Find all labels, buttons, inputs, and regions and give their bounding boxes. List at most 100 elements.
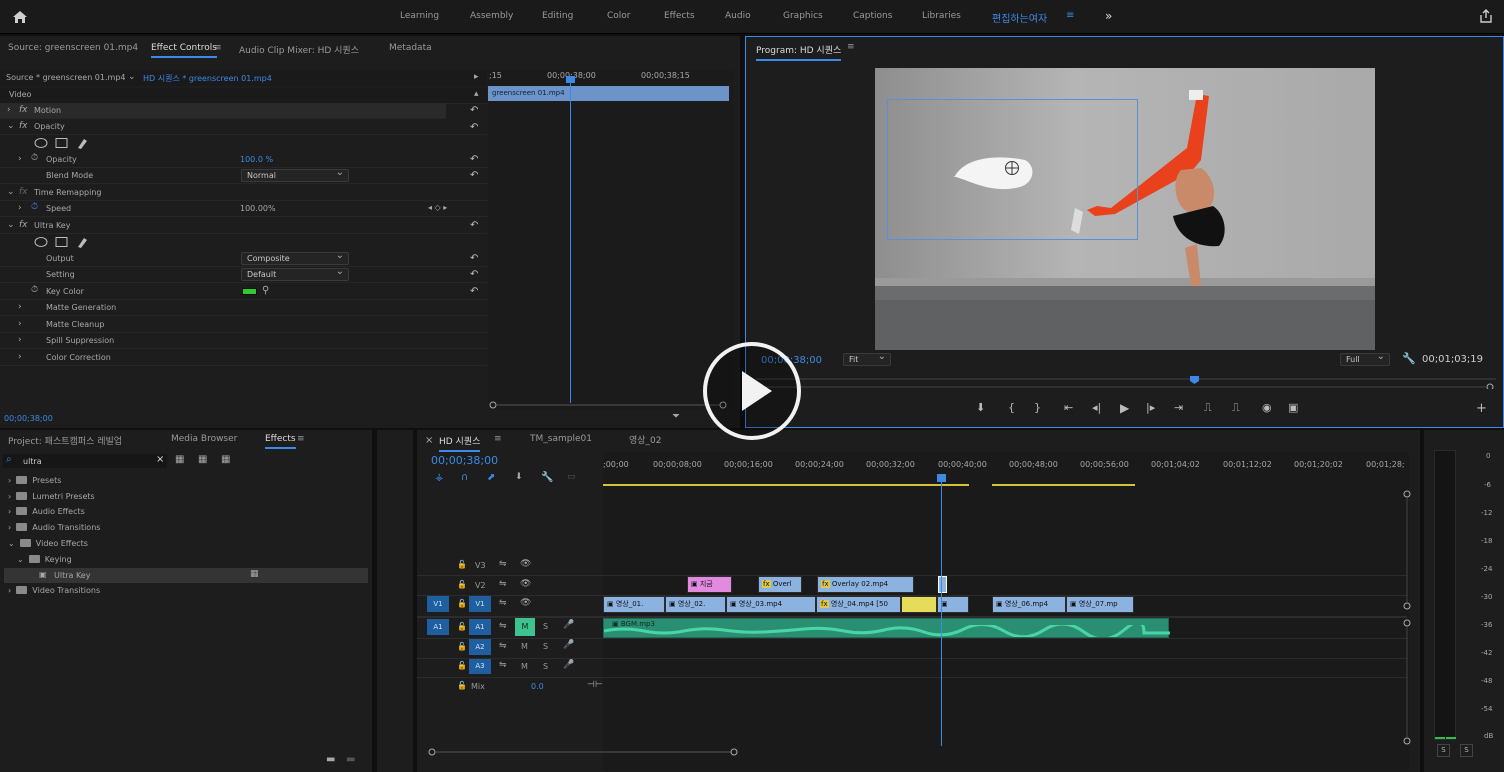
lock-icon[interactable]: 🔓 (457, 560, 467, 569)
timeline-horizontal-scrollbar[interactable] (427, 748, 739, 756)
stopwatch-icon[interactable]: ⏱ (31, 285, 38, 295)
tab-metadata[interactable]: Metadata (389, 43, 432, 53)
add-marker-icon[interactable]: ⬇ (976, 401, 985, 414)
panel-menu-icon[interactable]: ≡ (214, 43, 222, 53)
output-select[interactable]: Composite (241, 250, 349, 265)
scroll-up-icon[interactable]: ▴ (474, 89, 479, 99)
workspace-custom[interactable]: 편집하는여자 (992, 10, 1047, 25)
step-forward-icon[interactable]: |▸ (1146, 401, 1155, 414)
playhead-handle[interactable] (937, 474, 946, 482)
wrench-icon[interactable]: 🔧 (1402, 352, 1416, 365)
stopwatch-icon[interactable]: ⏱ (31, 202, 38, 212)
eye-icon[interactable]: 👁 (520, 598, 531, 608)
ultra-key-row[interactable]: ⌄ fx Ultra Key (0, 218, 487, 234)
lift-icon[interactable]: ⎍ (1204, 401, 1212, 415)
reset-icon[interactable]: ↶ (470, 170, 481, 181)
panel-menu-icon[interactable]: ≡ (297, 434, 305, 444)
solo-right-button[interactable]: S (1460, 744, 1473, 757)
mix-volume-value[interactable]: 0.0 (531, 682, 544, 691)
tree-audio-transitions[interactable]: › Audio Transitions (8, 523, 100, 532)
voiceover-icon[interactable]: 🎤 (563, 620, 574, 630)
track-a3-label[interactable]: A3 (469, 658, 491, 674)
workspace-captions[interactable]: Captions (853, 11, 892, 21)
go-to-in-icon[interactable]: ⇤ (1064, 401, 1073, 414)
playhead-handle[interactable] (566, 76, 575, 83)
yuv-effects-icon[interactable]: ▦ (221, 454, 230, 465)
solo-a1-button[interactable]: S (543, 622, 548, 631)
track-v2-label[interactable]: V2 (475, 581, 486, 590)
tab-effects[interactable]: Effects (265, 434, 296, 449)
clip-v2[interactable]: fx Overlay 02.mp4 (817, 576, 914, 593)
source-patch-a1[interactable]: A1 (427, 619, 449, 635)
program-scrubber[interactable] (756, 375, 1496, 391)
more-workspaces-icon[interactable]: » (1105, 9, 1112, 23)
captions-icon[interactable]: ▭ (567, 472, 576, 482)
tree-lumetri-presets[interactable]: › Lumetri Presets (8, 492, 95, 501)
clip-v1[interactable]: fx 영상_04.mp4 [50 (816, 596, 901, 613)
tab-effect-controls[interactable]: Effect Controls (151, 43, 217, 58)
mix-end-icon[interactable]: ⊣⊢ (587, 680, 603, 690)
add-button-icon[interactable]: + (1476, 401, 1487, 416)
go-to-out-icon[interactable]: ⇥ (1174, 401, 1183, 414)
tree-keying[interactable]: ⌄ Keying (17, 555, 72, 564)
sequence-clip-label[interactable]: HD 시퀀스 * greenscreen 01.mp4 (143, 73, 272, 84)
key-color-swatch[interactable] (242, 288, 257, 295)
spill-suppression-row[interactable]: › Spill Suppression (0, 333, 487, 349)
eye-icon[interactable]: 👁 (520, 559, 531, 569)
effect-timeline[interactable]: ;15 00;00;38;00 00;00;38;15 greenscreen … (488, 70, 733, 410)
solo-a3-button[interactable]: S (543, 662, 548, 671)
eye-icon[interactable]: 👁 (520, 579, 531, 589)
program-title[interactable]: Program: HD 시퀀스 (756, 43, 842, 61)
reset-icon[interactable]: ↶ (470, 122, 481, 133)
zoom-fit-select[interactable]: Fit (843, 351, 891, 366)
effects-search-input[interactable] (23, 455, 148, 467)
tree-presets[interactable]: › Presets (8, 476, 61, 485)
new-bin-icon[interactable]: ▬ (326, 754, 335, 765)
mute-a3-button[interactable]: M (521, 662, 528, 671)
setting-select[interactable]: Default (241, 266, 349, 281)
opacity-row[interactable]: ⌄ fx Opacity (0, 119, 487, 135)
sync-lock-icon[interactable]: ⇋ (499, 598, 507, 608)
motion-row[interactable]: › fx Motion (0, 103, 446, 119)
close-tab-icon[interactable]: × (425, 435, 433, 446)
snap-icon[interactable]: ∩ (461, 472, 468, 483)
workspace-color[interactable]: Color (607, 11, 631, 21)
stopwatch-icon[interactable]: ⏱ (31, 153, 38, 163)
play-only-icon[interactable]: ▸ (474, 72, 479, 82)
sync-lock-icon[interactable]: ⇋ (499, 641, 507, 651)
tree-video-transitions[interactable]: › Video Transitions (8, 586, 100, 595)
reset-icon[interactable]: ↶ (470, 154, 481, 165)
playhead-line[interactable] (570, 78, 571, 403)
lock-icon[interactable]: 🔓 (457, 580, 467, 589)
clip-v2-selected[interactable] (938, 576, 947, 593)
solo-a2-button[interactable]: S (543, 642, 548, 651)
tree-ultra-key[interactable]: ▣ Ultra Key ▦ (4, 568, 368, 583)
tab-media-browser[interactable]: Media Browser (171, 434, 237, 444)
workspace-editing[interactable]: Editing (542, 11, 573, 21)
effect-timeline-scrollbar[interactable] (488, 401, 728, 409)
clip-v2[interactable]: fx Overl (758, 576, 802, 593)
nest-icon[interactable]: ⚶ (435, 472, 444, 483)
color-correction-row[interactable]: › Color Correction (0, 350, 487, 366)
timeline-playhead[interactable] (941, 474, 942, 746)
clip-v2[interactable]: ▣ 지금 (687, 576, 732, 593)
lock-icon[interactable]: 🔓 (457, 661, 467, 670)
export-icon[interactable] (1479, 9, 1493, 23)
panel-menu-icon[interactable]: ≡ (494, 434, 502, 444)
reset-icon[interactable]: ↶ (470, 253, 481, 264)
mute-a1-button[interactable]: M (515, 618, 535, 636)
lock-icon[interactable]: 🔓 (457, 681, 467, 690)
track-a2-label[interactable]: A2 (469, 639, 491, 655)
linked-selection-icon[interactable]: ⬈ (487, 472, 495, 483)
reset-icon[interactable]: ↶ (470, 269, 481, 280)
lock-icon[interactable]: 🔓 (457, 599, 467, 608)
mute-a2-button[interactable]: M (521, 642, 528, 651)
speed-value[interactable]: 100.00% (240, 204, 276, 213)
keyframe-nav-icon[interactable]: ◂ ◇ ▸ (428, 203, 447, 212)
track-a1-label[interactable]: A1 (469, 619, 491, 635)
source-clip-label[interactable]: Source * greenscreen 01.mp4 (6, 73, 126, 82)
home-icon[interactable] (12, 10, 28, 24)
workspace-audio[interactable]: Audio (725, 11, 751, 21)
sync-lock-icon[interactable]: ⇋ (499, 559, 507, 569)
workspace-graphics[interactable]: Graphics (783, 11, 823, 21)
